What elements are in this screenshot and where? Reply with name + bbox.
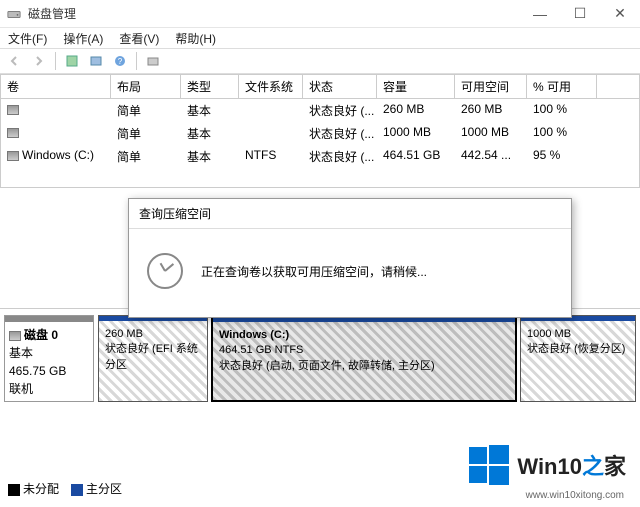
col-free[interactable]: 可用空间	[455, 75, 527, 98]
back-button[interactable]	[4, 51, 26, 71]
partition-3[interactable]: 1000 MB 状态良好 (恢复分区)	[520, 315, 636, 402]
col-layout[interactable]: 布局	[111, 75, 181, 98]
close-button[interactable]: ✕	[600, 0, 640, 28]
minimize-button[interactable]: —	[520, 0, 560, 28]
menu-bar: 文件(F) 操作(A) 查看(V) 帮助(H)	[0, 28, 640, 48]
table-row[interactable]: 简单 基本 状态良好 (... 1000 MB 1000 MB 100 %	[1, 122, 639, 145]
window-title: 磁盘管理	[28, 5, 520, 22]
table-row[interactable]: 简单 基本 状态良好 (... 260 MB 260 MB 100 %	[1, 99, 639, 122]
col-status[interactable]: 状态	[303, 75, 377, 98]
toolbar-separator	[55, 52, 56, 70]
watermark-logo: Win10之家	[467, 443, 626, 487]
help-button[interactable]: ?	[109, 51, 131, 71]
maximize-button[interactable]: ☐	[560, 0, 600, 28]
refresh-button[interactable]	[85, 51, 107, 71]
table-row[interactable]: Windows (C:) 简单 基本 NTFS 状态良好 (... 464.51…	[1, 145, 639, 168]
legend-primary: 主分区	[71, 480, 122, 497]
col-pct[interactable]: % 可用	[527, 75, 597, 98]
disk-icon	[9, 331, 21, 341]
shrink-query-dialog: 查询压缩空间 正在查询卷以获取可用压缩空间，请稍候...	[128, 198, 572, 318]
toolbar: ?	[0, 48, 640, 74]
volume-table: 卷 布局 类型 文件系统 状态 容量 可用空间 % 可用 简单 基本 状态良好 …	[0, 74, 640, 188]
menu-help[interactable]: 帮助(H)	[171, 29, 220, 48]
volume-icon	[7, 151, 19, 161]
disk-graphic: 磁盘 0 基本 465.75 GB 联机 260 MB 状态良好 (EFI 系统…	[0, 308, 640, 408]
volume-icon	[7, 128, 19, 138]
dialog-title: 查询压缩空间	[129, 199, 571, 229]
watermark-url: www.win10xitong.com	[526, 490, 624, 501]
forward-button[interactable]	[28, 51, 50, 71]
clock-icon	[147, 253, 183, 289]
col-capacity[interactable]: 容量	[377, 75, 455, 98]
legend-unallocated: 未分配	[8, 480, 59, 497]
partition-2-selected[interactable]: Windows (C:) 464.51 GB NTFS 状态良好 (启动, 页面…	[211, 315, 517, 402]
col-fs[interactable]: 文件系统	[239, 75, 303, 98]
toolbar-button-1[interactable]	[61, 51, 83, 71]
col-volume[interactable]: 卷	[1, 75, 111, 98]
toolbar-button-2[interactable]	[142, 51, 164, 71]
table-body: 简单 基本 状态良好 (... 260 MB 260 MB 100 % 简单 基…	[1, 99, 639, 187]
title-bar: 磁盘管理 — ☐ ✕	[0, 0, 640, 28]
toolbar-separator	[136, 52, 137, 70]
volume-icon	[7, 105, 19, 115]
svg-text:?: ?	[118, 57, 123, 66]
col-type[interactable]: 类型	[181, 75, 239, 98]
table-header: 卷 布局 类型 文件系统 状态 容量 可用空间 % 可用	[1, 75, 639, 99]
menu-view[interactable]: 查看(V)	[115, 29, 163, 48]
disk-info[interactable]: 磁盘 0 基本 465.75 GB 联机	[4, 315, 94, 402]
menu-file[interactable]: 文件(F)	[4, 29, 51, 48]
menu-action[interactable]: 操作(A)	[59, 29, 107, 48]
partition-1[interactable]: 260 MB 状态良好 (EFI 系统分区	[98, 315, 208, 402]
legend: 未分配 主分区	[8, 480, 122, 497]
app-icon	[6, 6, 22, 22]
dialog-message: 正在查询卷以获取可用压缩空间，请稍候...	[201, 263, 427, 280]
win10-logo-icon	[467, 443, 511, 487]
